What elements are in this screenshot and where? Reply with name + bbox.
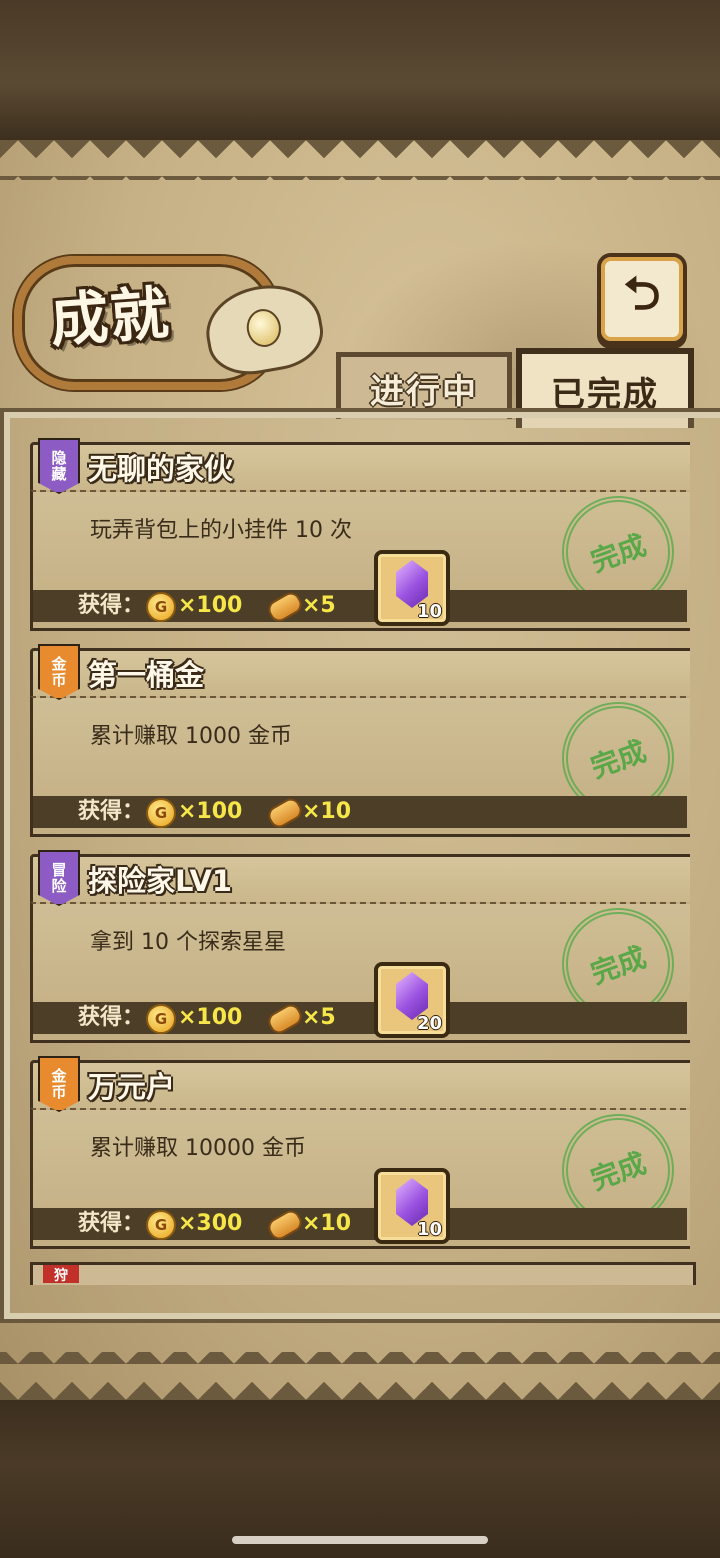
tab-label: 进行中 [370, 371, 478, 412]
reward-label: 获得： [78, 1211, 145, 1236]
gold-coin-icon: G [146, 1004, 176, 1034]
achievement-title: 探险家LV1 [88, 864, 233, 898]
achievement-card: 金 币 万元户 累计赚取 10000 金币 完成 获得： G ×300 ×10 … [30, 1056, 690, 1249]
coin-reward-amount: ×100 [178, 1005, 243, 1030]
gem-reward-count: 10 [416, 1219, 442, 1240]
top-zigzag-border [0, 140, 720, 180]
gem-reward-count: 20 [416, 1013, 442, 1034]
back-arrow-icon: ⮌ [623, 266, 661, 320]
achievement-title: 万元户 [88, 1070, 176, 1104]
achievement-description: 玩弄背包上的小挂件 10 次 [90, 518, 352, 543]
page-title: 成就 [48, 278, 173, 356]
reward-label: 获得： [78, 1005, 145, 1030]
gold-coin-icon: G [146, 592, 176, 622]
gem-reward[interactable]: 20 [374, 962, 450, 1038]
gem-reward[interactable]: 10 [374, 550, 450, 626]
category-badge: 隐 藏 [38, 438, 80, 494]
achievement-description: 累计赚取 1000 金币 [90, 724, 292, 749]
coin-reward-amount: ×300 [178, 1211, 243, 1236]
tab-label: 已完成 [551, 374, 659, 415]
category-badge: 狩 [43, 1265, 79, 1284]
gold-coin-icon: G [146, 798, 176, 828]
achievement-card: 隐 藏 无聊的家伙 玩弄背包上的小挂件 10 次 完成 获得： G ×100 ×… [30, 438, 690, 631]
category-badge: 金 币 [38, 644, 80, 700]
reward-label: 获得： [78, 593, 145, 618]
top-map-background [0, 0, 720, 140]
reward-label: 获得： [78, 799, 145, 824]
bread-reward-amount: ×5 [302, 1005, 336, 1030]
gem-reward[interactable]: 10 [374, 1168, 450, 1244]
achievement-title: 第一桶金 [88, 658, 205, 692]
gold-coin-icon: G [146, 1210, 176, 1240]
home-indicator[interactable] [232, 1536, 488, 1544]
achievement-card-partial: 狩 [30, 1262, 696, 1285]
achievement-title: 无聊的家伙 [88, 452, 234, 486]
achievement-description: 拿到 10 个探索星星 [90, 930, 286, 955]
bread-reward-amount: ×10 [302, 1211, 352, 1236]
back-button[interactable]: ⮌ [597, 253, 687, 345]
achievement-description: 累计赚取 10000 金币 [90, 1136, 306, 1161]
coin-reward-amount: ×100 [178, 593, 243, 618]
achievement-card: 金 币 第一桶金 累计赚取 1000 金币 完成 获得： G ×100 ×10 [30, 644, 690, 837]
bread-reward-amount: ×10 [302, 799, 352, 824]
tab-in-progress[interactable]: 进行中 [336, 352, 512, 419]
achievement-card: 冒 险 探险家LV1 拿到 10 个探索星星 完成 获得： G ×100 ×5 … [30, 850, 690, 1043]
bread-reward-amount: ×5 [302, 593, 336, 618]
category-badge: 冒 险 [38, 850, 80, 906]
bottom-zigzag-border [0, 1352, 720, 1400]
gem-reward-count: 10 [416, 601, 442, 622]
achievement-list[interactable]: 隐 藏 无聊的家伙 玩弄背包上的小挂件 10 次 完成 获得： G ×100 ×… [30, 438, 690, 1280]
coin-reward-amount: ×100 [178, 799, 243, 824]
page-title-emblem: 成就 [10, 248, 329, 398]
bottom-map-background [0, 1400, 720, 1558]
category-badge: 金 币 [38, 1056, 80, 1112]
